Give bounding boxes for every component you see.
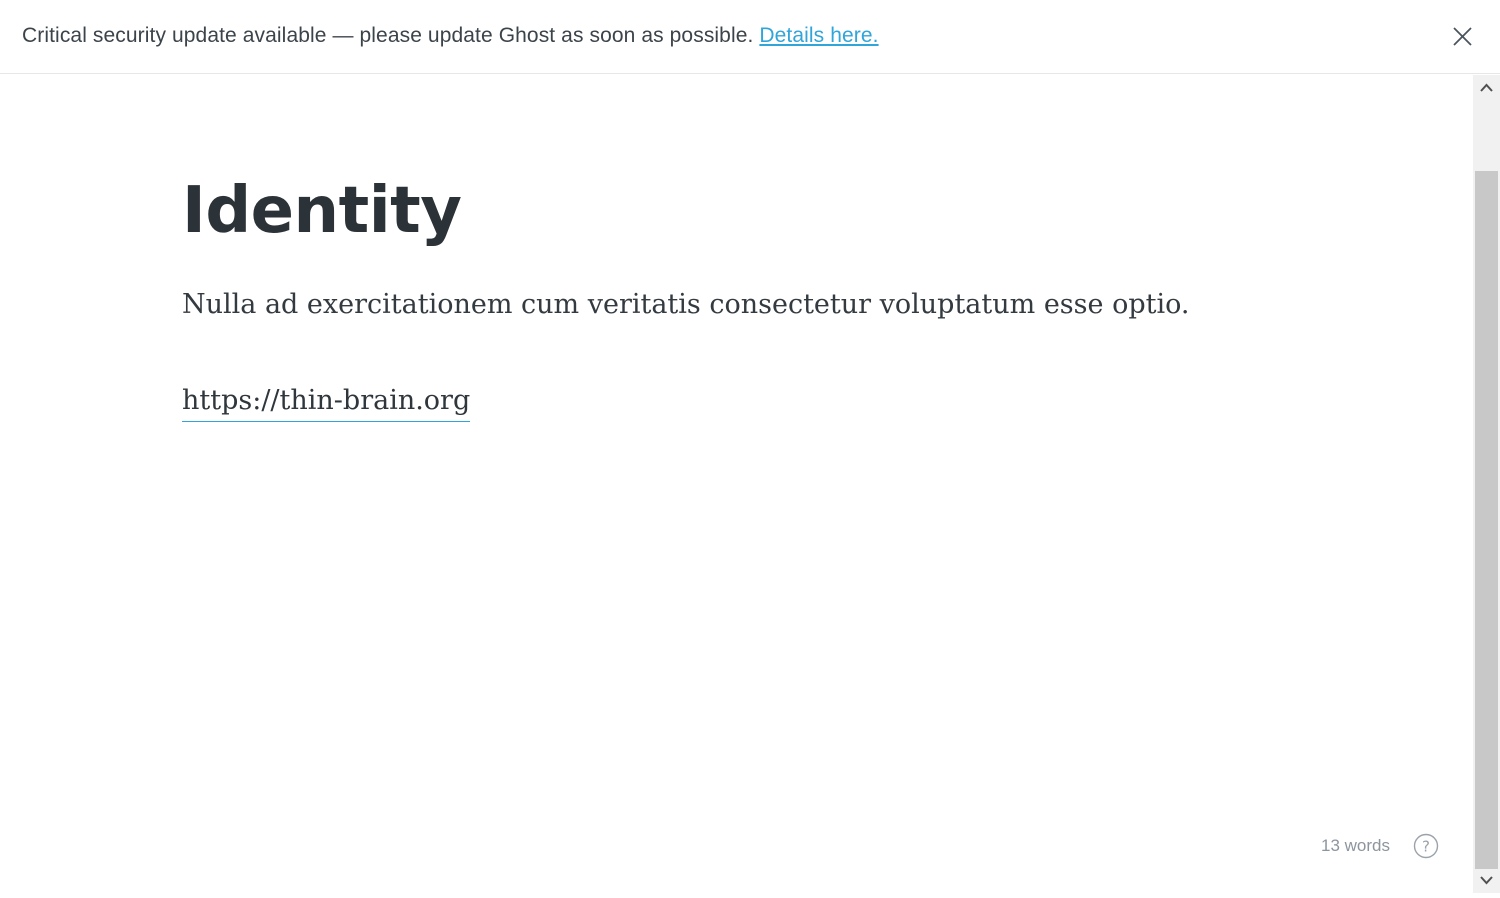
alert-message: Critical security update available — ple…	[22, 24, 754, 47]
word-count: 13 words	[1321, 836, 1390, 855]
alert-details-link[interactable]: Details here.	[759, 24, 878, 47]
vertical-scrollbar[interactable]	[1473, 75, 1500, 893]
security-alert-bar: Critical security update available — ple…	[0, 0, 1500, 74]
post-editor[interactable]: Identity Nulla ad exercitationem cum ver…	[0, 75, 1473, 893]
close-icon[interactable]	[1448, 22, 1478, 52]
chevron-up-icon[interactable]	[1473, 75, 1500, 99]
post-title[interactable]: Identity	[182, 173, 462, 249]
chevron-down-icon[interactable]	[1473, 869, 1500, 893]
post-body-paragraph[interactable]: Nulla ad exercitationem cum veritatis co…	[182, 285, 1189, 325]
post-body-link[interactable]: https://thin-brain.org	[182, 381, 471, 422]
svg-text:?: ?	[1422, 838, 1430, 856]
scrollbar-thumb[interactable]	[1475, 171, 1498, 869]
help-icon[interactable]: ?	[1413, 833, 1439, 859]
alert-message-row: Critical security update available — ple…	[22, 24, 879, 48]
